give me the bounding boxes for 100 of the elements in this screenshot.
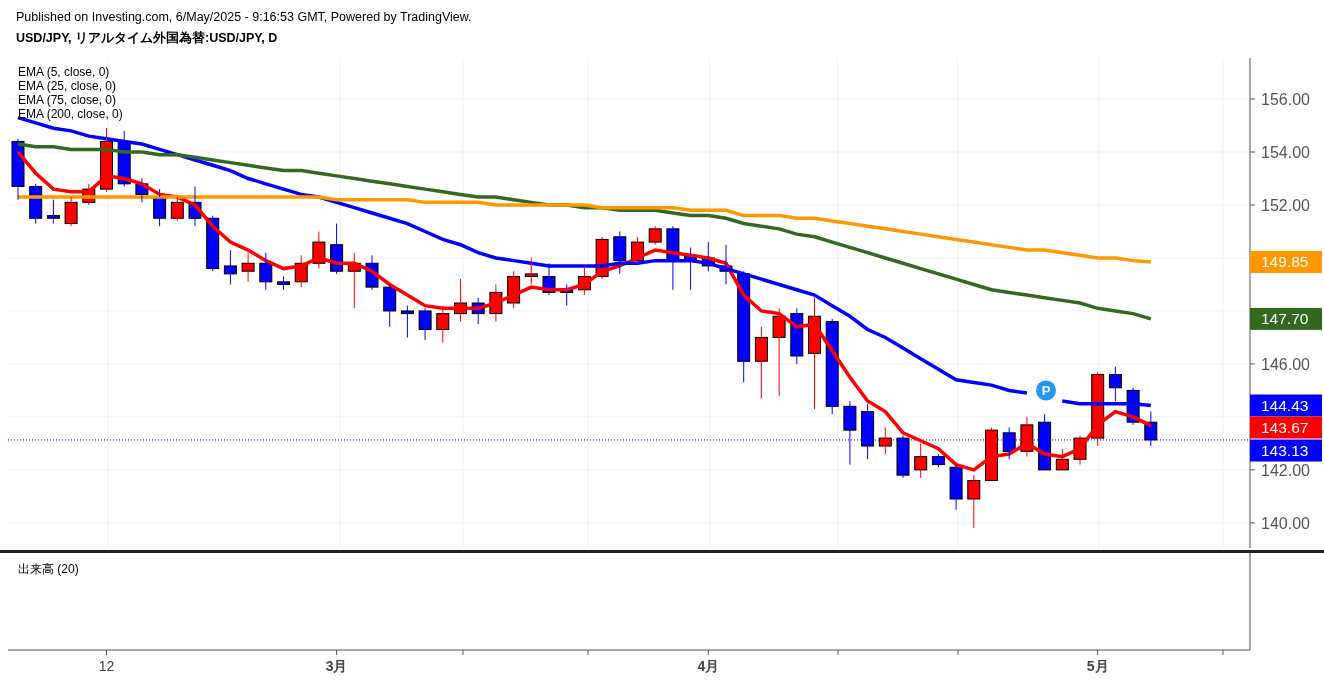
- candle-wick: [300, 254, 302, 288]
- candle-wick: [442, 305, 444, 344]
- candle-body: [648, 228, 662, 243]
- price-axis-label: 142.00: [1261, 461, 1310, 479]
- indicator-legend: EMA (25, close, 0): [18, 79, 123, 93]
- price-tag: 147.70: [1250, 307, 1322, 330]
- ref-line-label: 143.13: [1261, 442, 1309, 460]
- candle-wick: [955, 464, 957, 511]
- candle-body: [277, 281, 290, 285]
- candle-wick: [973, 474, 975, 529]
- candle-wick: [336, 223, 338, 275]
- candle-body: [1002, 432, 1016, 452]
- published-note: Published on Investing.com, 6/May/2025 - 9:16:53 GMT, Powered by TradingView.: [16, 9, 473, 25]
- candle-body: [418, 310, 432, 330]
- candle-wick: [1079, 434, 1081, 466]
- candle-wick: [371, 254, 373, 291]
- candle-wick: [229, 249, 231, 285]
- indicator-legend: EMA (5, close, 0): [18, 65, 123, 79]
- candle-wick: [283, 276, 284, 291]
- candle-wick: [884, 427, 886, 455]
- candle-wick: [937, 453, 939, 468]
- candle-wick: [1150, 411, 1152, 447]
- candle-wick: [477, 297, 479, 325]
- candle-wick: [707, 241, 709, 272]
- candle-wick: [1132, 387, 1134, 426]
- candle-body: [524, 273, 538, 277]
- price-tag: 149.85: [1250, 250, 1322, 273]
- candle-wick: [318, 231, 320, 270]
- candle-body: [1038, 421, 1052, 471]
- price-tag: 143.13: [1250, 439, 1322, 462]
- candle-wick: [690, 246, 692, 291]
- date-axis-label: 5月: [1086, 658, 1109, 674]
- candle-body: [436, 313, 450, 330]
- candle-wick: [141, 178, 143, 203]
- candle-body: [153, 196, 167, 219]
- price-axis-label: 152.00: [1261, 197, 1310, 214]
- candle-body: [206, 217, 220, 270]
- candle-wick: [1044, 413, 1046, 423]
- indicator-legend: EMA (75, close, 0): [18, 93, 123, 107]
- candle-body: [684, 254, 698, 262]
- candle-body: [64, 201, 78, 225]
- candle-wick: [725, 244, 727, 285]
- candle-wick: [548, 262, 550, 296]
- candle-wick: [1061, 448, 1063, 460]
- candle-wick: [176, 196, 178, 222]
- candle-wick: [247, 252, 249, 283]
- candle-body: [259, 262, 273, 283]
- candle-wick: [265, 252, 267, 291]
- candle-wick: [920, 442, 922, 479]
- candle-wick: [991, 427, 992, 431]
- candle-wick: [17, 138, 19, 201]
- candle-body: [471, 302, 485, 315]
- chart-symbol-title: USD/JPY, リアルタイム外国為替:USD/JPY, D: [16, 30, 279, 46]
- candle-wick: [194, 185, 196, 227]
- price-tag: 144.43: [1250, 394, 1322, 417]
- candle-wick: [406, 305, 408, 338]
- date-axis-label: 3月: [325, 658, 348, 674]
- price-axis-label: 156.00: [1261, 91, 1310, 109]
- candle-body: [223, 265, 237, 275]
- candle-wick: [583, 265, 585, 296]
- indicator-legend: EMA (200, close, 0): [18, 107, 123, 121]
- candle-wick: [796, 307, 798, 365]
- candle-body: [46, 215, 60, 219]
- candle-body: [878, 437, 892, 447]
- candle-body: [383, 286, 397, 312]
- candle-wick: [619, 231, 621, 275]
- volume-pane-title: 出来高 (20): [18, 562, 79, 576]
- candle-wick: [353, 252, 355, 309]
- candle-wick: [566, 283, 568, 307]
- candle-body: [931, 456, 945, 466]
- candle-body: [1144, 421, 1158, 441]
- candle-wick: [389, 283, 391, 328]
- candle-body: [1055, 458, 1069, 471]
- marker-badge[interactable]: P: [1036, 380, 1056, 401]
- candle-wick: [460, 278, 461, 323]
- candle-body: [1108, 374, 1122, 389]
- candle-body: [560, 289, 574, 293]
- candle-body: [135, 183, 149, 195]
- candle-body: [790, 313, 804, 357]
- candle-body: [843, 405, 857, 431]
- candle-wick: [1008, 427, 1010, 460]
- candle-wick: [513, 270, 515, 309]
- candle-wick: [867, 403, 869, 460]
- candle-body: [701, 257, 715, 267]
- candle-body: [914, 456, 928, 471]
- candle-wick: [70, 196, 72, 227]
- candle-wick: [672, 225, 674, 291]
- candle-body: [454, 302, 467, 315]
- candle-body: [985, 429, 998, 481]
- price-axis-label: 140.00: [1261, 514, 1310, 532]
- candle-wick: [849, 400, 851, 466]
- price-axis-label: 146.00: [1261, 355, 1310, 373]
- candle-wick: [1114, 366, 1116, 402]
- candle-body: [170, 201, 184, 219]
- candle-wick: [88, 183, 90, 206]
- candle-wick: [530, 257, 532, 285]
- date-axis-label: 4月: [697, 658, 720, 674]
- candle-wick: [52, 199, 54, 225]
- date-axis-label: 12: [98, 658, 115, 674]
- price-axis-label: 154.00: [1261, 144, 1310, 162]
